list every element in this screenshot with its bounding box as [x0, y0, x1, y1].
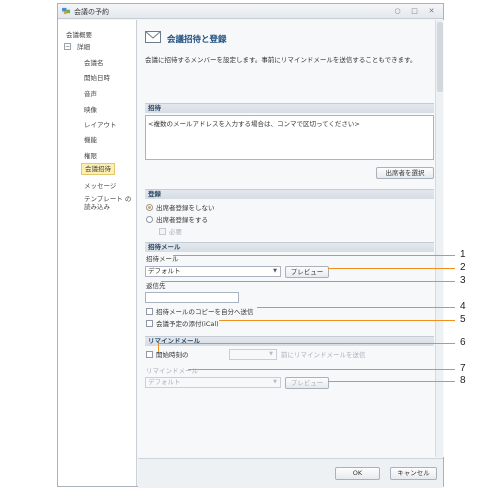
minimize-icon[interactable]: ○ — [393, 7, 402, 15]
callout-line-3 — [161, 281, 455, 282]
section-invite-mail: 招待メール — [145, 242, 434, 252]
select-attendees-button[interactable]: 出席者を選択 — [376, 167, 434, 179]
callout-line-7 — [188, 369, 455, 370]
sidebar-item-video[interactable]: 映像 — [84, 104, 97, 116]
callout-number-3: 3 — [460, 275, 466, 286]
callout-number-4: 4 — [460, 301, 466, 312]
require-registration-radio[interactable] — [146, 216, 153, 223]
callout-number-7: 7 — [460, 363, 466, 374]
callout-number-2: 2 — [460, 262, 466, 273]
meeting-reservation-dialog: 会議の予約 ○ □ ✕ 会議概要 − 詳細 会議名 開始日時 音声 映像 レイア… — [57, 3, 444, 488]
sidebar-item-overview[interactable]: 会議概要 — [66, 29, 92, 41]
callout-vline-6 — [158, 343, 159, 352]
copy-to-self-checkbox[interactable] — [146, 308, 153, 315]
reminder-preview-button[interactable]: プレビュー — [285, 377, 329, 389]
sidebar: 会議概要 − 詳細 会議名 開始日時 音声 映像 レイアウト 機能 権限 会議招… — [58, 20, 137, 486]
sidebar-item-invitation[interactable]: 会議招待 — [81, 163, 115, 175]
no-registration-label: 出席者登録をしない — [156, 204, 215, 212]
invite-mail-template-select[interactable]: デフォルト ▼ — [145, 266, 281, 277]
invite-mail-preview-button[interactable]: プレビュー — [285, 266, 329, 278]
reminder-template-select[interactable]: デフォルト ▼ — [145, 377, 281, 388]
main-panel: 会議招待と登録 会議に招待するメンバーを設定します。事前にリマインドメールを送信… — [138, 20, 444, 488]
callout-line-4 — [257, 307, 455, 308]
content-area: 会議招待と登録 会議に招待するメンバーを設定します。事前にリマインドメールを送信… — [138, 20, 444, 457]
callout-line-8 — [328, 381, 455, 382]
no-registration-radio[interactable] — [146, 204, 153, 211]
page-description: 会議に招待するメンバーを設定します。事前にリマインドメールを送信することもできま… — [145, 56, 417, 64]
callout-number-1: 1 — [460, 249, 466, 260]
section-invite: 招待 — [145, 103, 434, 113]
callout-line-5 — [219, 320, 455, 321]
callout-line-1 — [173, 255, 455, 256]
reminder-offset-select[interactable]: ▼ — [229, 349, 277, 360]
window-title: 会議の予約 — [74, 8, 109, 16]
chevron-down-icon: ▼ — [273, 268, 277, 274]
page-title: 会議招待と登録 — [167, 35, 227, 45]
ok-button[interactable]: OK — [335, 467, 380, 480]
reply-to-input[interactable] — [145, 292, 239, 303]
tree-collapse-icon[interactable]: − — [64, 43, 71, 50]
mail-icon — [145, 31, 161, 43]
required-checkbox[interactable] — [159, 228, 166, 235]
callout-number-6: 6 — [460, 337, 466, 348]
require-registration-label: 出席者登録をする — [156, 216, 208, 224]
cancel-button[interactable]: キャンセル — [390, 467, 437, 480]
attach-ical-label: 会議予定の添付(iCal) — [156, 320, 219, 328]
maximize-icon[interactable]: □ — [410, 7, 419, 15]
sidebar-item-layout[interactable]: レイアウト — [84, 119, 117, 131]
titlebar: 会議の予約 ○ □ ✕ — [58, 4, 443, 19]
sidebar-item-meeting-name[interactable]: 会議名 — [84, 57, 104, 69]
required-label: 必要 — [169, 228, 182, 236]
callout-line-6 — [158, 343, 455, 344]
sidebar-item-start-time[interactable]: 開始日時 — [84, 72, 110, 84]
section-reminder: リマインドメール — [145, 336, 434, 346]
copy-to-self-label: 招待メールのコピーを自分へ送信 — [156, 308, 254, 316]
sidebar-item-message[interactable]: メッセージ — [84, 180, 116, 192]
dialog-footer: OK キャンセル — [138, 458, 443, 488]
sidebar-item-template-import[interactable]: テンプレート の読み込み — [84, 195, 136, 215]
reminder-suffix-label: 前にリマインドメールを送信 — [281, 351, 366, 359]
sidebar-item-details[interactable]: 詳細 — [77, 41, 90, 53]
callout-line-2 — [328, 268, 455, 269]
page-header: 会議招待と登録 会議に招待するメンバーを設定します。事前にリマインドメールを送信… — [145, 26, 434, 66]
chevron-down-icon: ▼ — [269, 351, 273, 357]
reminder-before-start-label: 開始時刻の — [156, 351, 189, 359]
section-registration: 登録 — [145, 189, 434, 199]
callout-number-5: 5 — [460, 314, 466, 325]
sidebar-item-features[interactable]: 機能 — [84, 134, 97, 146]
invite-emails-textarea[interactable]: <複数のメールアドレスを入力する場合は、コンマで区切ってください> — [145, 115, 434, 160]
sidebar-item-permissions[interactable]: 権限 — [84, 150, 97, 162]
chevron-down-icon: ▼ — [273, 379, 277, 385]
sidebar-item-audio[interactable]: 音声 — [84, 88, 97, 100]
app-icon — [62, 7, 71, 15]
reminder-template-value: デフォルト — [148, 378, 181, 386]
invite-mail-template-value: デフォルト — [148, 267, 181, 275]
attach-ical-checkbox[interactable] — [146, 320, 153, 327]
scrollbar-thumb[interactable] — [437, 22, 443, 92]
reminder-checkbox[interactable] — [146, 351, 153, 358]
close-icon[interactable]: ✕ — [427, 7, 436, 15]
reply-to-label: 返信先 — [146, 282, 166, 290]
callout-number-8: 8 — [460, 375, 466, 386]
vertical-scrollbar[interactable] — [435, 20, 443, 457]
invite-mail-label: 招待メール — [146, 255, 179, 263]
